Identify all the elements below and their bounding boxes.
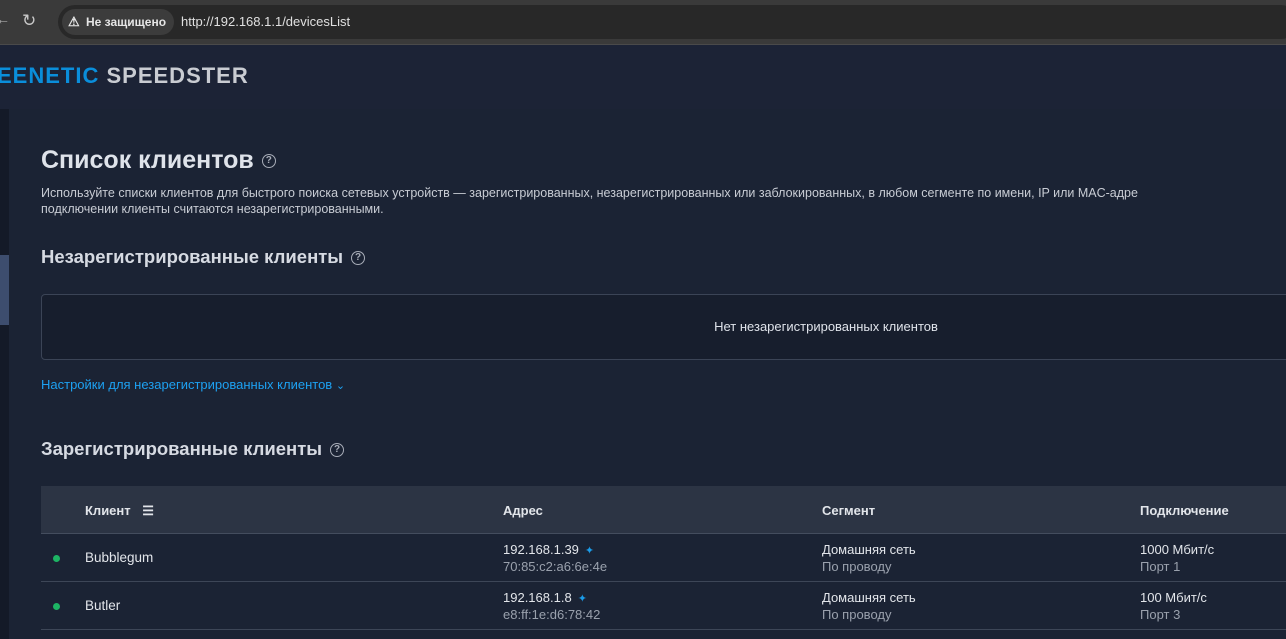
page-title: Список клиентов? [41,146,276,175]
pin-icon: ✦ [577,593,587,605]
pin-icon: ✦ [584,545,595,557]
unregistered-settings-link[interactable]: Настройки для незарегистрированных клиен… [41,377,345,392]
client-ip: 192.168.1.8 ✦ [503,590,587,605]
client-ip: 192.168.1.39 ✦ [503,542,594,557]
unregistered-empty-panel: Нет незарегистрированных клиентов [41,294,1286,360]
logo-part1: EENETIC [0,63,100,88]
ip-text: 192.168.1.39 [503,542,579,557]
sidebar [0,109,9,639]
client-name[interactable]: Butler [85,598,120,613]
help-icon[interactable]: ? [261,154,276,169]
logo-part2: SPEEDSTER [106,63,249,88]
table-row[interactable]: Butler 192.168.1.8 ✦ e8:ff:1e:d6:78:42 До… [41,582,1286,630]
reload-icon[interactable]: ↻ [22,11,36,31]
page-title-text: Список клиентов [41,146,254,174]
registered-title: Зарегистрированные клиенты? [41,438,345,460]
online-status-icon [53,603,60,610]
help-icon[interactable]: ? [330,443,345,458]
chevron-down-icon: ⌄ [335,380,346,392]
sidebar-active-item[interactable] [0,255,9,325]
clients-table: Клиент ☰ Адрес Сегмент Подключение Bubbl… [41,486,1286,630]
logo[interactable]: EENETIC SPEEDSTER [0,63,249,89]
section-title-text: Зарегистрированные клиенты [41,438,323,459]
unregistered-title: Незарегистрированные клиенты? [41,246,366,268]
browser-toolbar: ← ↻ ⚠ Не защищено http://192.168.1.1/devi… [0,0,1286,45]
table-row[interactable]: Bubblegum 192.168.1.39 ✦ 70:85:c2:a6:6e:4… [41,534,1286,582]
warning-icon: ⚠ [68,14,80,29]
url-text[interactable]: http://192.168.1.1/devicesList [181,14,350,29]
security-label: Не защищено [86,15,167,29]
client-mac: 70:85:c2:a6:6e:4e [503,559,608,574]
client-segment: Домашняя сеть [822,542,916,557]
client-speed: 1000 Мбит/с [1140,542,1215,557]
page-description: Используйте списки клиентов для быстрого… [41,185,1286,217]
description-line: Используйте списки клиентов для быстрого… [41,186,1138,200]
column-segment[interactable]: Сегмент [822,503,875,518]
client-port: Порт 3 [1140,607,1181,622]
security-chip[interactable]: ⚠ Не защищено [62,9,175,35]
client-name[interactable]: Bubblegum [85,550,153,565]
link-text: Настройки для незарегистрированных клиен… [41,377,333,392]
column-connection[interactable]: Подключение [1140,503,1229,518]
section-title-text: Незарегистрированные клиенты [41,246,344,267]
empty-text: Нет незарегистрированных клиентов [714,319,938,334]
column-label: Клиент [85,503,131,518]
client-mac: e8:ff:1e:d6:78:42 [503,607,601,622]
sort-icon[interactable]: ☰ [142,503,154,518]
client-segment-type: По проводу [822,607,892,622]
client-segment-type: По проводу [822,559,892,574]
description-line: подключении клиенты считаются незарегист… [41,202,384,216]
table-header: Клиент ☰ Адрес Сегмент Подключение [41,486,1286,534]
back-arrow-icon[interactable]: ← [0,11,10,27]
client-speed: 100 Мбит/с [1140,590,1207,605]
help-icon[interactable]: ? [351,251,366,266]
column-address[interactable]: Адрес [503,503,543,518]
column-client[interactable]: Клиент ☰ [85,503,154,519]
client-segment: Домашняя сеть [822,590,916,605]
online-status-icon [53,555,60,562]
client-port: Порт 1 [1140,559,1181,574]
ip-text: 192.168.1.8 [503,590,572,605]
